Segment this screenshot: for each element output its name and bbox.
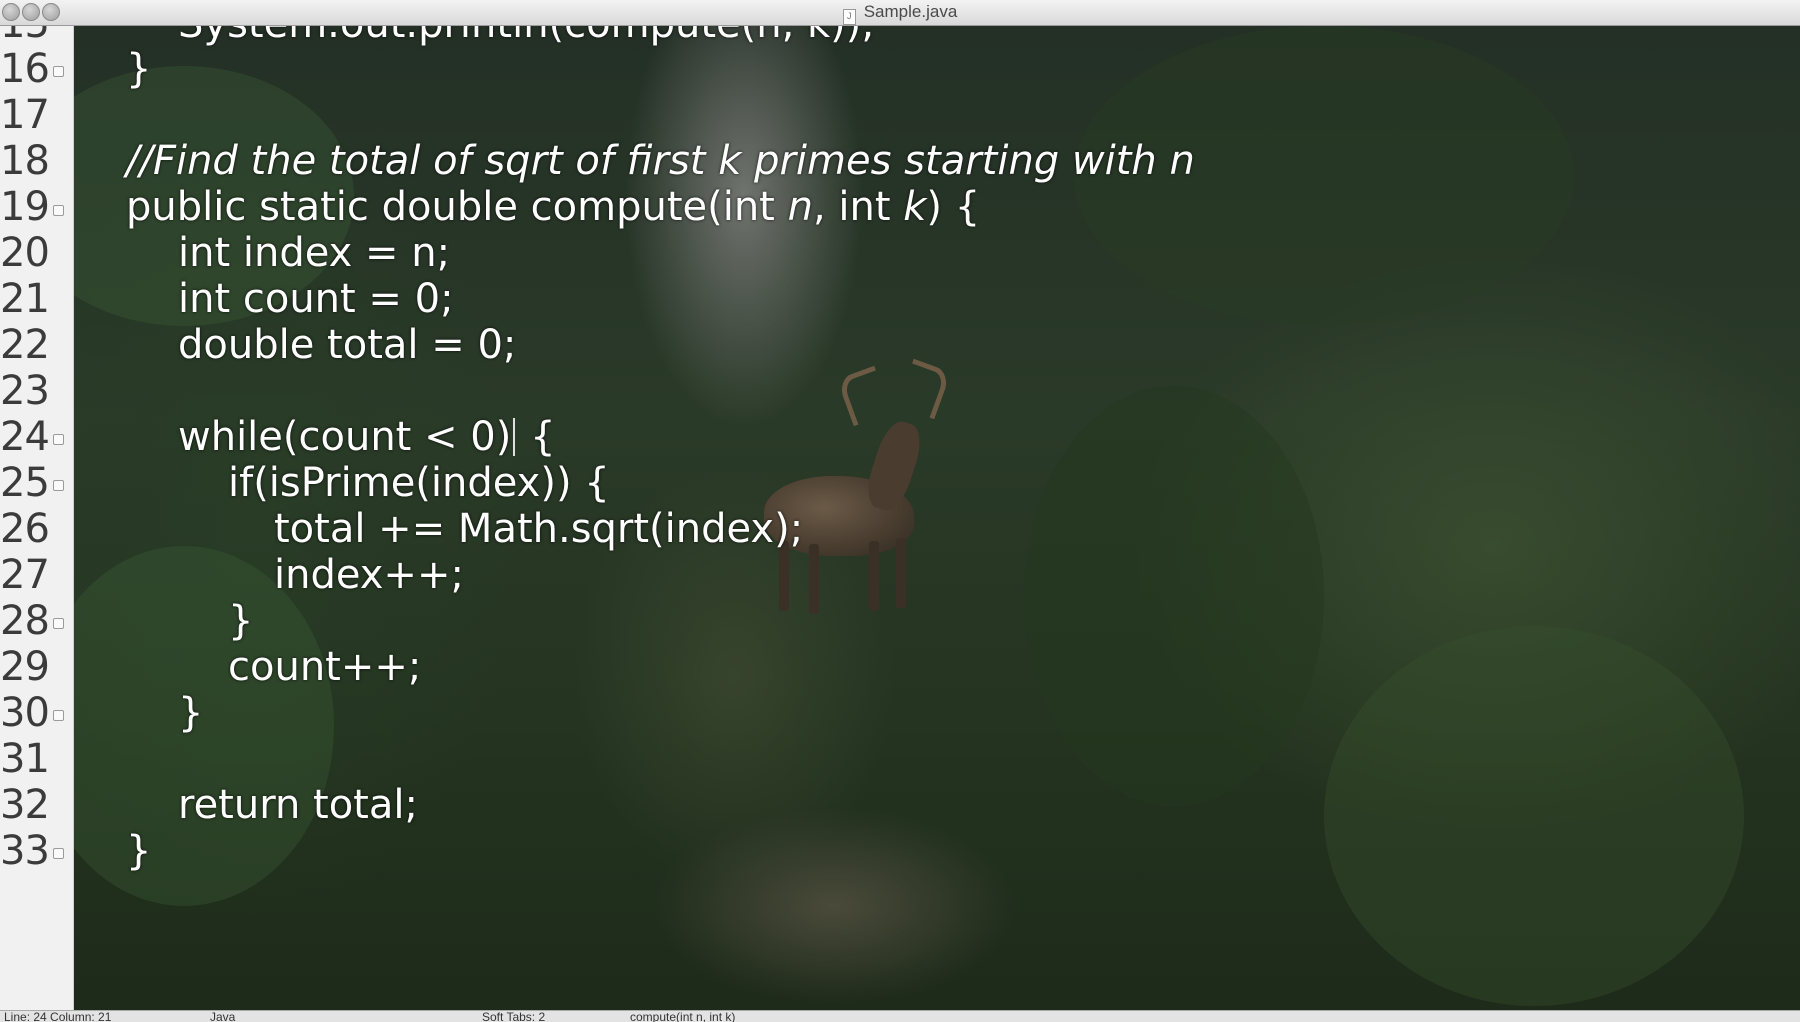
- background-elk-antler: [836, 365, 892, 427]
- background-elk-leg: [809, 544, 819, 614]
- line-number: 29: [0, 644, 50, 690]
- background-elk-antler: [896, 358, 952, 420]
- line-number: 30: [0, 690, 50, 736]
- line-number: 27: [0, 552, 50, 598]
- code-line-20[interactable]: int index = n;: [178, 230, 450, 276]
- fold-toggle-icon[interactable]: [53, 66, 64, 77]
- line-number: 22: [0, 322, 50, 368]
- code-line-32[interactable]: return total;: [178, 782, 418, 828]
- code-line-16[interactable]: }: [126, 46, 151, 92]
- window-title-text: Sample.java: [863, 2, 958, 21]
- tab-size-selector[interactable]: Soft Tabs: 2: [482, 1011, 545, 1022]
- fold-toggle-icon[interactable]: [53, 480, 64, 491]
- code-line-29[interactable]: count++;: [228, 644, 421, 690]
- line-number: 19: [0, 184, 50, 230]
- line-number: 28: [0, 598, 50, 644]
- code-token: , int: [812, 184, 904, 230]
- fold-toggle-icon[interactable]: [53, 618, 64, 629]
- fold-toggle-icon[interactable]: [53, 848, 64, 859]
- background-elk-leg: [896, 538, 906, 608]
- fold-toggle-icon[interactable]: [53, 434, 64, 445]
- code-param-n: n: [787, 184, 813, 230]
- code-line-26[interactable]: total += Math.sqrt(index);: [274, 506, 803, 552]
- code-comment: //Find the total of sqrt of first k prim…: [126, 138, 1195, 184]
- code-line-21[interactable]: int count = 0;: [178, 276, 454, 322]
- code-line-30[interactable]: }: [178, 690, 203, 736]
- code-line-27[interactable]: index++;: [274, 552, 464, 598]
- language-selector[interactable]: Java: [210, 1011, 235, 1022]
- fold-toggle-icon[interactable]: [53, 710, 64, 721]
- code-token: while(count < 0): [178, 414, 512, 460]
- code-line-15[interactable]: System.out.println(compute(n, k));: [178, 26, 875, 47]
- line-number: 21: [0, 276, 50, 322]
- line-number: 20: [0, 230, 50, 276]
- fold-toggle-icon[interactable]: [53, 205, 64, 216]
- line-number: 26: [0, 506, 50, 552]
- line-number: 16: [0, 46, 50, 92]
- code-editor[interactable]: System.out.println(compute(n, k)); } //F…: [74, 26, 1800, 1010]
- code-line-22[interactable]: double total = 0;: [178, 322, 516, 368]
- line-number: 32: [0, 782, 50, 828]
- line-number: 24: [0, 414, 50, 460]
- code-param-k: k: [903, 184, 927, 230]
- code-line-28[interactable]: }: [228, 598, 253, 644]
- background-foliage: [1324, 626, 1744, 1006]
- window-title: J Sample.java: [0, 2, 1800, 25]
- code-token: ) {: [926, 184, 981, 230]
- background-elk-leg: [869, 541, 879, 611]
- symbol-selector[interactable]: compute(int n, int k): [630, 1011, 735, 1022]
- code-token: public static double compute(int: [126, 184, 788, 230]
- code-line-19[interactable]: public static double compute(int n, int …: [126, 184, 980, 230]
- line-number: 25: [0, 460, 50, 506]
- text-cursor: [513, 418, 516, 456]
- code-token: {: [517, 414, 556, 460]
- background-foliage: [1024, 386, 1324, 806]
- line-number: 15: [0, 26, 50, 47]
- java-file-icon: J: [842, 9, 856, 25]
- line-number: 31: [0, 736, 50, 782]
- title-bar: J Sample.java: [0, 0, 1800, 26]
- line-number-gutter[interactable]: 15 16 17 18 19 20 21 22 23 24 25 26 27 2…: [0, 26, 74, 1010]
- editor-window: J Sample.java 15 16 17 18 19 20 21 22 23 …: [0, 0, 1800, 1022]
- code-line-24[interactable]: while(count < 0) {: [178, 414, 556, 460]
- line-number: 33: [0, 828, 50, 874]
- line-number: 23: [0, 368, 50, 414]
- line-number: 17: [0, 92, 50, 138]
- line-number: 18: [0, 138, 50, 184]
- background-foliage: [74, 546, 334, 906]
- code-line-25[interactable]: if(isPrime(index)) {: [228, 460, 610, 506]
- code-line-18[interactable]: //Find the total of sqrt of first k prim…: [126, 138, 1195, 184]
- cursor-position: Line: 24 Column: 21: [4, 1010, 112, 1022]
- background-elk-neck: [861, 417, 927, 515]
- code-line-33[interactable]: }: [126, 828, 151, 874]
- status-bar: Line: 24 Column: 21 Java Soft Tabs: 2 co…: [0, 1010, 1800, 1022]
